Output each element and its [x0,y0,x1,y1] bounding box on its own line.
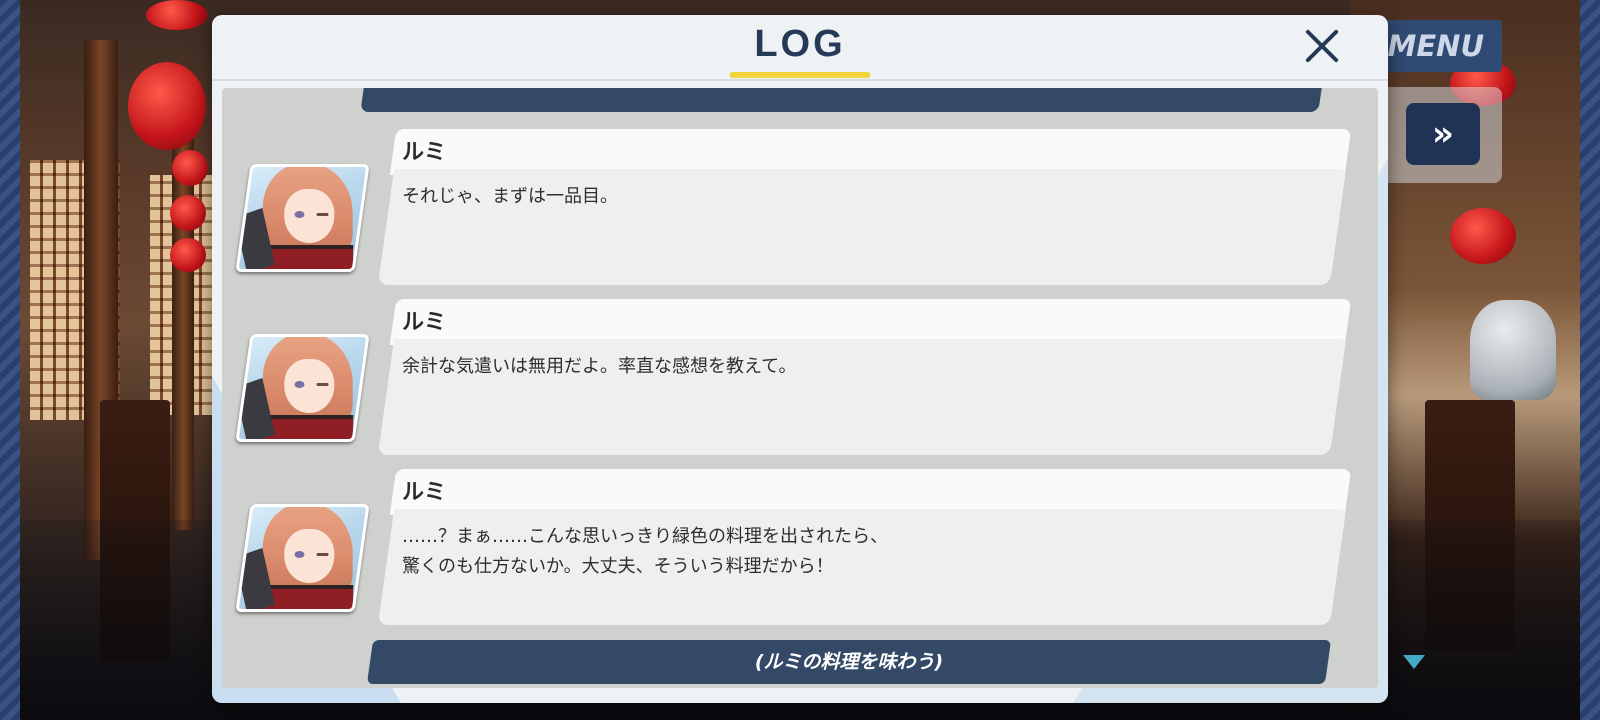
lantern [172,150,208,186]
lantern [170,195,206,231]
log-scroll-area[interactable]: ルミ それじゃ、まずは一品目。 ルミ 余計な気遣いは無用だよ。率直な感想を教えて… [222,88,1378,688]
log-entry: ルミ 余計な気遣いは無用だよ。率直な感想を教えて。 [222,294,1378,455]
choice-text: (ルミの料理を味わう) [754,651,944,673]
frame-left [0,0,20,720]
lion-statue [1470,300,1556,400]
lantern [170,238,206,272]
advance-arrow-icon [1403,655,1425,669]
lantern [128,62,206,150]
character-avatar [235,504,370,612]
fast-forward-button[interactable]: » [1406,103,1480,165]
lantern [146,0,208,30]
fast-forward-icon: » [1432,114,1454,154]
speaker-name: ルミ [402,480,447,505]
log-entry: ルミ ……？まぁ……こんな思いっきり緑色の料理を出されたら、 驚くのも仕方ないか… [222,464,1378,625]
character-avatar [235,334,370,442]
dialogue-text: 余計な気遣いは無用だよ。率直な感想を教えて。 [402,356,797,377]
close-button[interactable] [1297,21,1347,71]
title-underline [730,72,870,78]
lantern [1450,208,1516,264]
dialogue-text: それじゃ、まずは一品目。 [402,186,618,207]
dialogue-text: ……？まぁ……こんな思いっきり緑色の料理を出されたら、 驚くのも仕方ないか。大丈… [402,526,888,577]
character-avatar [235,164,370,272]
speaker-name: ルミ [402,310,447,335]
log-entry: ルミ それじゃ、まずは一品目。 [222,124,1378,285]
speaker-name: ルミ [402,140,447,165]
previous-choice-bar [360,88,1324,112]
log-dialog: LOG ルミ それじゃ、まずは一品目。 ルミ 余計な気遣いは無用だよ。率直な感想… [212,15,1388,703]
dialog-title: LOG [754,23,846,65]
dialog-header: LOG [212,15,1388,81]
frame-right [1580,0,1600,720]
